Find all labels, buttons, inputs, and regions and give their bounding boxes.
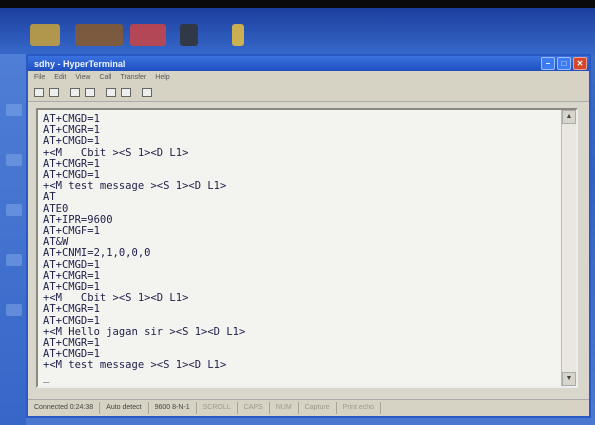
status-num: NUM [270,402,299,414]
menu-call[interactable]: Call [99,74,111,81]
desktop-top-band [0,8,595,54]
desktop-image-3 [130,24,166,46]
terminal-line: AT+CMGR=1 [43,303,100,316]
disconnect-icon[interactable] [85,87,95,97]
terminal-line: ATE0 [43,202,69,215]
hyperterminal-window: sdhy - HyperTerminal – □ ✕ File Edit Vie… [26,54,591,418]
status-print-echo: Print echo [337,402,382,414]
menu-edit[interactable]: Edit [54,74,66,81]
desktop-icon[interactable] [6,104,22,116]
scroll-down-icon[interactable]: ▼ [562,372,576,386]
terminal-output[interactable]: AT+CMGD=1 AT+CMGR=1 AT+CMGD=1 +<M Cbit ><S … [38,110,561,386]
terminal-line: AT+CMGR=1 [43,269,100,282]
terminal-line: _ [43,370,50,383]
desktop-image-4 [180,24,198,46]
desktop-image-1 [30,24,60,46]
minimize-button[interactable]: – [541,57,555,70]
maximize-button[interactable]: □ [557,57,571,70]
terminal-line: AT+CMGF=1 [43,225,100,238]
menu-transfer[interactable]: Transfer [120,74,146,81]
send-icon[interactable] [106,87,116,97]
desktop-icon-column [0,54,26,425]
desktop-image-2 [75,24,123,46]
terminal-line: +<M Cbit ><S 1><D L1> [43,292,189,305]
status-port: 9600 8-N-1 [149,402,197,414]
window-title: sdhy - HyperTerminal [34,58,126,69]
terminal-line: AT+CMGR=1 [43,157,100,170]
desktop-icon[interactable] [6,304,22,316]
status-connected: Connected 0:24:38 [28,402,101,414]
terminal-line: AT+CMGR=1 [43,124,100,137]
terminal-line: AT+CMGR=1 [43,337,100,350]
status-detect: Auto detect [100,402,149,414]
title-bar[interactable]: sdhy - HyperTerminal – □ ✕ [28,56,589,71]
terminal-line: AT+CMGD=1 [43,113,100,125]
scroll-up-icon[interactable]: ▲ [562,110,576,124]
status-capture: Capture [299,402,337,414]
terminal-line: AT+CNMI=2,1,0,0,0 [43,247,151,260]
call-icon[interactable] [70,87,80,97]
desktop-icon[interactable] [6,254,22,266]
desktop-icon[interactable] [6,154,22,166]
terminal-line: AT+IPR=9600 [43,213,113,226]
close-button[interactable]: ✕ [573,57,587,70]
terminal-line: +<M test message ><S 1><D L1> [43,180,227,193]
status-scroll: SCROLL [197,402,238,414]
terminal-line: AT+CMGD=1 [43,135,100,148]
menu-view[interactable]: View [75,74,90,81]
photo-screen: sdhy - HyperTerminal – □ ✕ File Edit Vie… [0,8,595,425]
new-connection-icon[interactable] [34,87,44,97]
terminal-frame: AT+CMGD=1 AT+CMGR=1 AT+CMGD=1 +<M Cbit ><S … [36,108,578,388]
menu-file[interactable]: File [34,74,45,81]
terminal-line: AT+CMGD=1 [43,258,100,271]
status-bar: Connected 0:24:38 Auto detect 9600 8-N-1… [28,399,589,416]
receive-icon[interactable] [121,87,131,97]
vertical-scrollbar[interactable]: ▲ ▼ [561,110,576,386]
properties-icon[interactable] [142,87,152,97]
toolbar [28,83,589,102]
terminal-line: +<M test message ><S 1><D L1> [43,359,227,372]
folder-icon [232,24,244,46]
menu-help[interactable]: Help [155,74,169,81]
desktop-icon[interactable] [6,204,22,216]
open-icon[interactable] [49,87,59,97]
status-caps: CAPS [238,402,270,414]
menu-bar: File Edit View Call Transfer Help [28,71,589,83]
terminal-line: AT [43,191,56,204]
terminal-line: +<M Hello jagan sir ><S 1><D L1> [43,325,246,338]
terminal-line: +<M Cbit ><S 1><D L1> [43,146,189,159]
